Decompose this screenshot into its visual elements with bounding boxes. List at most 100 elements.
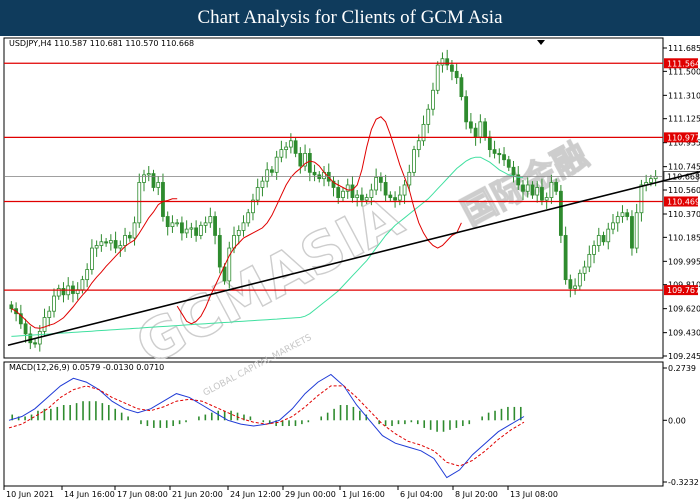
candle-body [23,323,28,335]
candle-body [412,149,416,173]
candle-body [487,136,492,151]
price-axis-tick-label: 109.995 [668,257,700,266]
candle-body [336,187,341,198]
candle-body [90,247,94,270]
candle-body [284,146,289,151]
candle-body [132,222,137,239]
candle-body [180,222,184,234]
candle-body [213,216,217,236]
macd-axis-tick-label: -0.3232 [668,478,699,487]
candle-body [118,245,123,249]
candle-body [94,245,99,249]
candle-body [573,285,577,289]
candle-body [511,166,516,176]
candle-body [364,197,369,201]
level-tag-label: 111.564 [667,59,700,68]
candle-body [596,235,601,246]
candle-body [620,212,625,217]
candle-body [85,269,90,281]
candle-body [227,247,232,282]
candle-body [611,222,615,230]
candle-body [577,272,582,287]
time-axis-tick-label: 8 Jul 20:00 [455,490,498,499]
page-title: Chart Analysis for Clients of GCM Asia [0,0,700,36]
candle-body [549,182,554,198]
candle-body [374,176,379,191]
time-axis-tick-label: 17 Jun 08:00 [117,490,168,499]
time-axis-tick-label: 29 Jun 00:00 [285,490,336,499]
candle-body [298,153,303,167]
candle-body [521,184,525,192]
candle-body [540,187,544,201]
candle-body [530,184,535,196]
candle-body [648,178,653,183]
candle-body [454,70,459,79]
candle-body [625,212,630,217]
candle-body [360,194,364,201]
price-panel-frame [3,37,664,359]
candle-body [165,216,170,228]
candle-body [464,96,469,123]
candle-body [601,235,606,243]
candle-body [307,153,312,173]
time-axis-tick-label: 24 Jun 12:00 [230,490,281,499]
candle-body [108,240,113,244]
candle-body [587,253,592,268]
candle-body [497,153,502,156]
price-axis-tick-label: 110.745 [668,163,700,172]
candle-body [558,190,563,236]
candle-body [378,176,383,183]
price-axis-tick-label: 110.560 [668,186,700,195]
time-axis-tick-label: 10 Jun 2021 [6,490,54,499]
candle-body [397,194,402,201]
macd-panel-frame [3,361,664,487]
candle-body [459,77,464,97]
level-tag-label: 110.977 [667,133,700,142]
candle-body [341,190,345,198]
candle-body [630,216,634,249]
candle-body [416,140,421,151]
candle-body [634,212,639,249]
candle-body [554,182,559,192]
macd-axis-tick-label: 0.2739 [668,364,696,373]
candle-body [388,194,393,198]
candle-body [402,184,407,196]
macd-info-label: MACD(12,26,9) 0.0579 -0.0130 0.0710 [9,363,164,372]
candle-body [468,121,473,129]
candle-body [232,235,236,249]
candle-body [615,216,620,224]
candle-body [127,235,132,239]
candle-body [582,266,587,274]
candle-body [217,235,222,268]
candle-body [426,108,431,125]
price-axis-tick-label: 110.370 [668,210,700,219]
candle-body [123,235,127,246]
price-info-label: USDJPY,H4 110.587 110.681 110.570 110.66… [9,39,194,48]
candle-body [440,58,445,66]
candle-body [393,197,397,201]
candle-body [502,154,506,161]
candle-body [525,184,530,192]
candle-body [9,304,14,310]
candle-body [80,279,85,291]
candle-body [279,149,284,158]
candle-body [61,288,66,296]
price-axis-tick-label: 109.620 [668,305,700,314]
candle-body [189,227,194,230]
price-axis-tick-label: 109.245 [668,352,700,361]
candle-body [52,295,56,312]
price-axis-tick-label: 110.185 [668,233,700,242]
candle-body [222,266,227,282]
candle-body [151,173,156,188]
chart-area: GCMASIA GLOBAL CAPITAL MARKETS 国际金融 111.… [3,37,700,499]
candle-body [606,228,611,243]
candle-body [99,241,104,246]
candle-body [483,121,487,138]
candle-body [350,184,355,198]
candle-body [137,182,142,224]
candle-body [492,149,497,154]
candle-body [293,140,298,154]
candle-body [383,182,388,196]
candle-body [203,222,208,226]
candle-body [312,171,317,176]
